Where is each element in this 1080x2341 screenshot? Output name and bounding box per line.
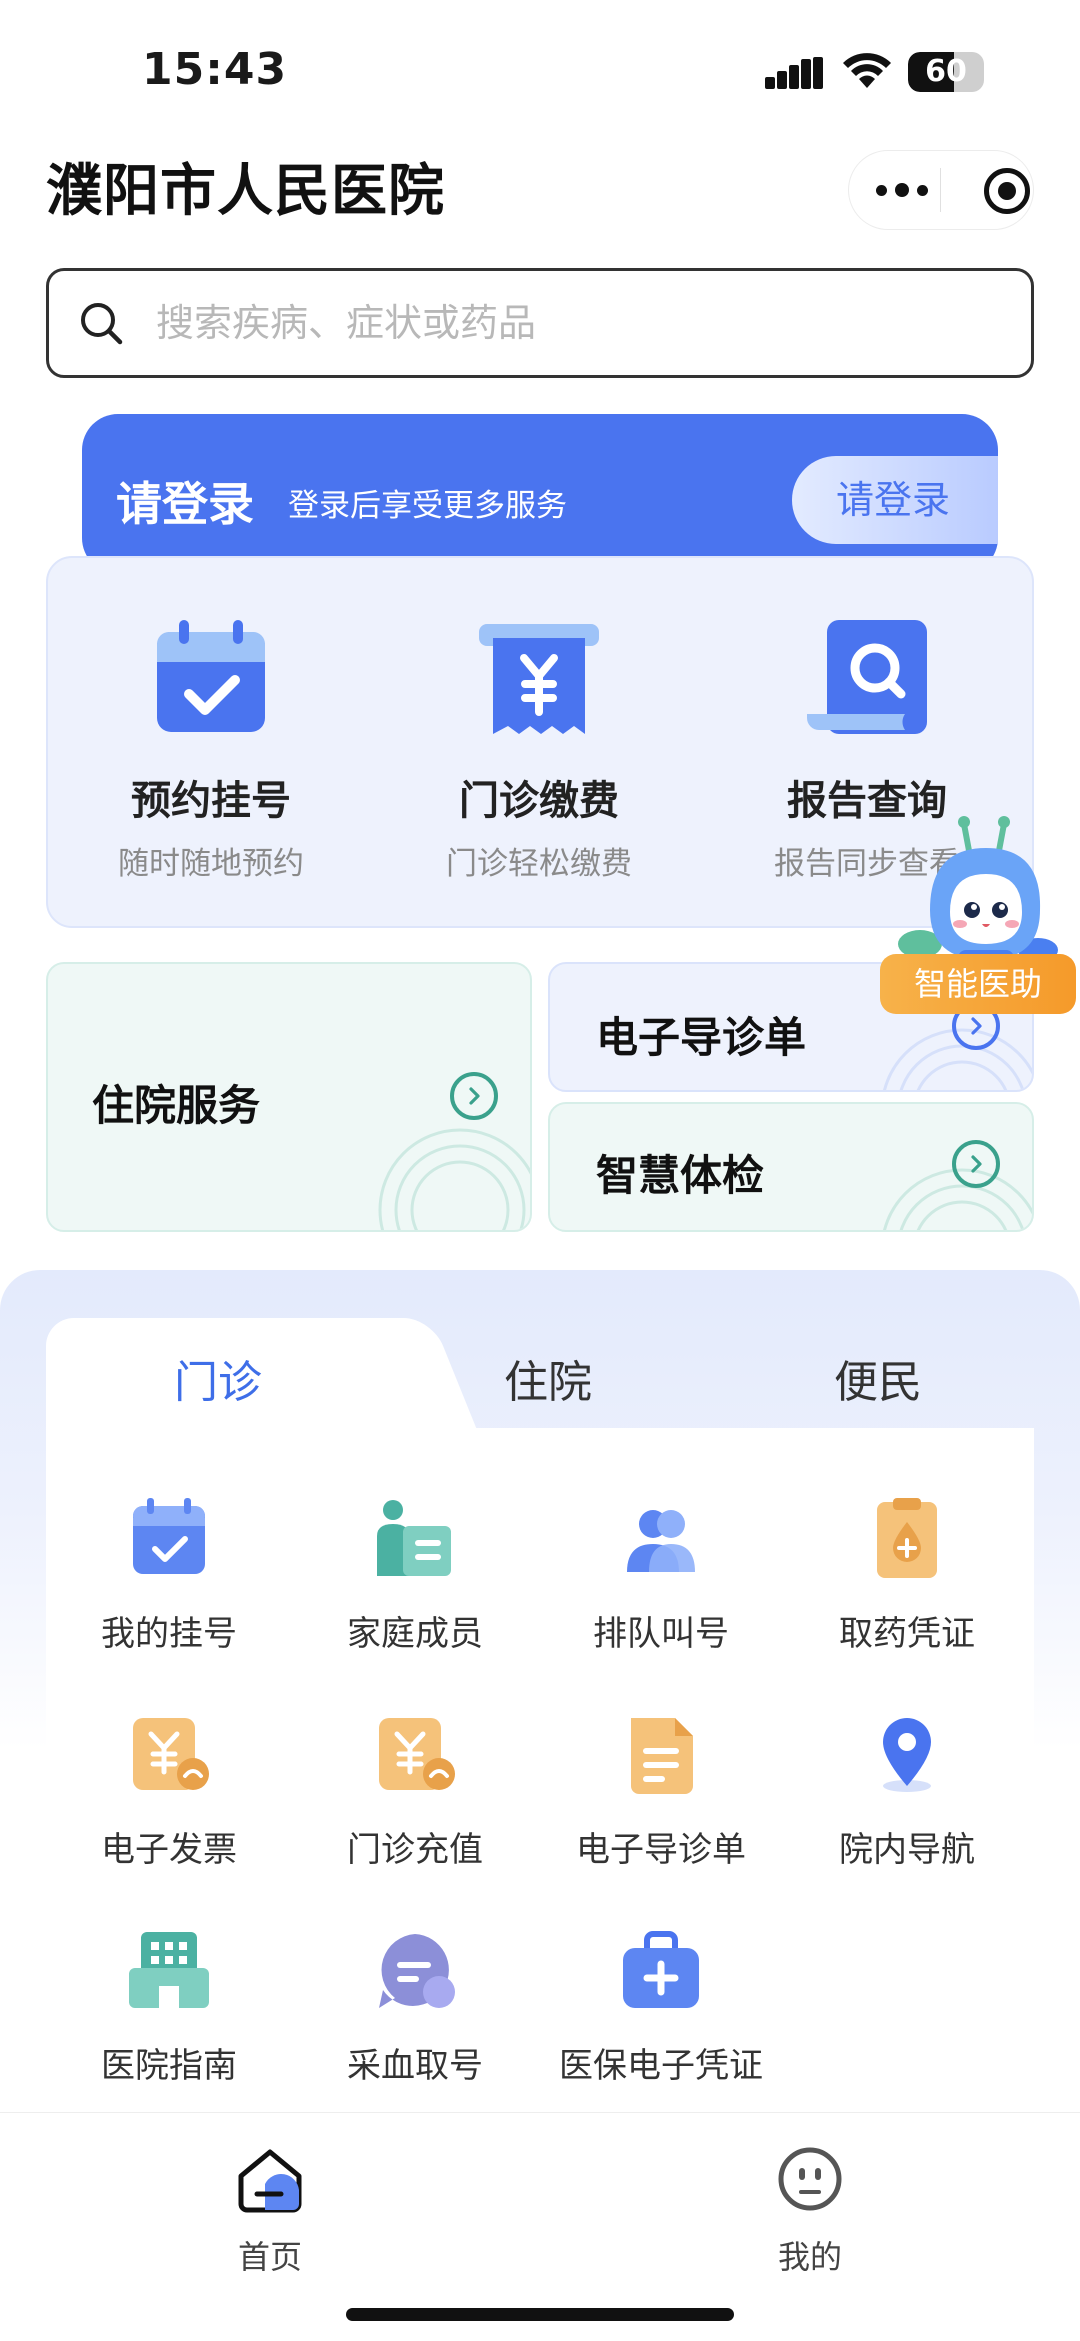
grid-item-my-registration[interactable]: 我的挂号	[46, 1496, 292, 1655]
grid-label: 我的挂号	[101, 1614, 237, 1654]
search-icon	[81, 303, 123, 345]
profile-icon	[778, 2147, 842, 2211]
family-member-icon	[377, 1500, 451, 1576]
grid-label: 家庭成员	[347, 1614, 483, 1654]
grid-item-e-invoice[interactable]: 电子发票	[46, 1712, 292, 1871]
guide-document-icon	[631, 1718, 693, 1794]
queue-icon	[627, 1510, 695, 1572]
nav-profile[interactable]: 我的	[740, 2144, 880, 2278]
smart-checkup-title: 智慧体检	[596, 1151, 765, 1200]
grid-item-medical-insurance[interactable]: 医保电子凭证	[538, 1928, 784, 2087]
nav-label: 首页	[237, 2238, 302, 2276]
home-icon	[238, 2149, 302, 2213]
service-subtitle: 门诊轻松缴费	[446, 846, 632, 882]
wifi-icon	[843, 53, 891, 88]
service-label: 预约挂号	[131, 778, 291, 824]
grid-item-e-guide[interactable]: 电子导诊单	[538, 1712, 784, 1871]
grid-item-family-members[interactable]: 家庭成员	[292, 1496, 538, 1655]
service-appointment[interactable]: 预约挂号 随时随地预约	[46, 618, 376, 883]
medical-insurance-icon	[623, 1931, 699, 2008]
chevron-right-icon	[450, 1072, 498, 1120]
nav-home[interactable]: 首页	[200, 2144, 340, 2278]
grid-label: 门诊充值	[347, 1830, 483, 1870]
grid-label: 排队叫号	[593, 1614, 729, 1654]
grid-label: 采血取号	[347, 2046, 483, 2086]
cellular-signal-icon	[765, 57, 823, 89]
login-button[interactable]: 请登录	[792, 456, 998, 544]
search-placeholder: 搜索疾病、症状或药品	[156, 301, 537, 345]
invoice-icon	[133, 1718, 209, 1790]
location-pin-icon	[883, 1718, 931, 1792]
decorative-rings	[883, 1028, 1032, 1090]
grid-item-medicine-voucher[interactable]: 取药凭证	[784, 1496, 1030, 1655]
login-banner-subtitle: 登录后享受更多服务	[288, 488, 567, 524]
tab-inpatient[interactable]: 住院	[504, 1346, 592, 1410]
grid-label: 院内导航	[839, 1830, 975, 1870]
grid-item-hospital-guide[interactable]: 医院指南	[46, 1928, 292, 2087]
assistant-label[interactable]: 智能医助	[880, 954, 1076, 1014]
grid-label: 医院指南	[101, 2046, 237, 2086]
e-guide-title: 电子导诊单	[596, 1013, 807, 1062]
service-outpatient-payment[interactable]: 门诊缴费 门诊轻松缴费	[374, 618, 704, 883]
grid-item-recharge[interactable]: 门诊充值	[292, 1712, 538, 1871]
recharge-icon	[379, 1718, 455, 1790]
tab-outpatient[interactable]: 门诊	[174, 1346, 262, 1410]
login-banner-title: 请登录	[116, 477, 254, 531]
capsule-divider	[940, 168, 941, 212]
battery-icon: 60	[908, 52, 984, 92]
grid-label: 医保电子凭证	[559, 2046, 763, 2086]
grid-item-hospital-navigation[interactable]: 院内导航	[784, 1712, 1030, 1871]
blood-ticket-icon	[379, 1934, 455, 2008]
bottom-navigation	[0, 2112, 1080, 2341]
calendar-icon	[133, 1498, 205, 1574]
page-title: 濮阳市人民医院	[46, 159, 445, 224]
tab-convenience[interactable]: 便民	[834, 1346, 922, 1410]
grid-item-queue[interactable]: 排队叫号	[538, 1496, 784, 1655]
home-indicator	[346, 2308, 734, 2321]
service-label: 门诊缴费	[459, 778, 619, 824]
chevron-right-icon	[952, 1140, 1000, 1188]
report-search-icon	[807, 620, 927, 734]
decorative-rings	[883, 1168, 1032, 1230]
status-time: 15:43	[142, 44, 288, 95]
grid-label: 电子发票	[101, 1830, 237, 1870]
battery-level: 60	[925, 54, 967, 89]
grid-label: 电子导诊单	[576, 1830, 746, 1870]
hospital-building-icon	[129, 1932, 209, 2008]
calendar-check-icon	[157, 620, 265, 732]
yuan-receipt-icon	[479, 624, 599, 734]
more-options-icon[interactable]	[872, 168, 932, 212]
nav-label: 我的	[777, 2238, 842, 2276]
medicine-voucher-icon	[877, 1498, 937, 1578]
inpatient-service-title: 住院服务	[92, 1081, 261, 1130]
grid-item-blood-ticket[interactable]: 采血取号	[292, 1928, 538, 2087]
decorative-rings	[378, 1128, 530, 1230]
close-mini-program-icon[interactable]	[984, 168, 1030, 214]
service-subtitle: 随时随地预约	[118, 846, 304, 882]
grid-label: 取药凭证	[839, 1614, 975, 1654]
